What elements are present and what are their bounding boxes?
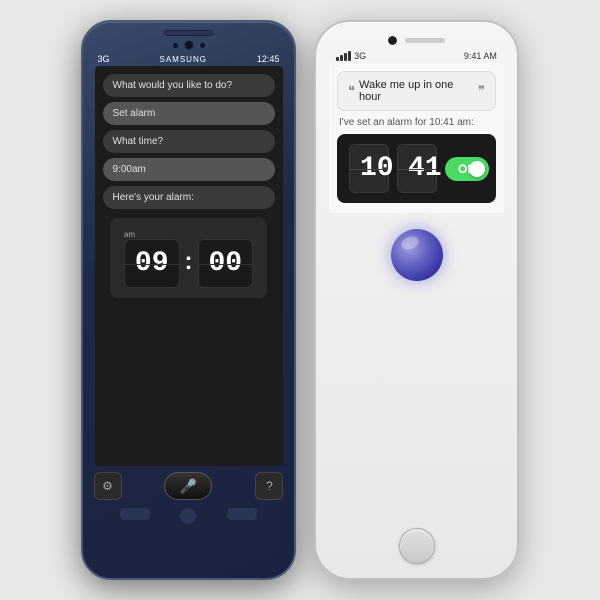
iphone-bottom [316, 528, 517, 578]
open-quote-icon: ❝ [348, 83, 355, 99]
signal-bar-2 [340, 55, 343, 61]
siri-query-text: Wake me up in one hour [359, 79, 474, 103]
iphone-signal-bars [336, 51, 351, 61]
siri-orb-area [391, 213, 443, 289]
samsung-signal: 3G [98, 54, 110, 64]
samsung-sensor-left [173, 43, 178, 48]
iphone-network: 3G [354, 51, 366, 61]
samsung-settings-button[interactable]: ⚙ [94, 472, 122, 500]
iphone-alarm-display: 10 41 ON [337, 134, 496, 203]
iphone-speaker [405, 38, 445, 43]
siri-response-text: I've set an alarm for 10:41 am: [337, 117, 496, 128]
close-quote-icon: ❞ [478, 83, 485, 99]
samsung-screen: What would you like to do? Set alarm Wha… [95, 66, 283, 466]
iphone-top: 3G 9:41 AM [316, 22, 517, 63]
samsung-camera [184, 40, 194, 50]
iphone-alarm-hour: 10 [349, 144, 389, 193]
signal-bar-3 [344, 53, 347, 61]
samsung-bubble-5: Here's your alarm: [103, 186, 275, 209]
iphone-alarm-toggle[interactable]: ON [445, 157, 489, 181]
samsung-colon: : [185, 248, 193, 280]
samsung-status-bar: 3G SAMSUNG 12:45 [94, 52, 284, 66]
samsung-sensor-right [200, 43, 205, 48]
iphone: 3G 9:41 AM ❝ Wake me up in one hour ❞ I'… [314, 20, 519, 580]
samsung-bubble-3: What time? [103, 130, 275, 153]
iphone-status-bar: 3G 9:41 AM [334, 49, 499, 63]
samsung-bubble-1: What would you like to do? [103, 74, 275, 97]
samsung-nav-bar [104, 508, 273, 524]
iphone-camera [388, 36, 397, 45]
samsung-alarm-hour: 09 [124, 239, 180, 288]
samsung-bottom-controls: ⚙ 🎤 ? [94, 472, 284, 500]
siri-quote-bubble: ❝ Wake me up in one hour ❞ [337, 71, 496, 111]
samsung-menu-button[interactable] [227, 508, 257, 520]
iphone-screen: ❝ Wake me up in one hour ❞ I've set an a… [329, 63, 504, 213]
samsung-speaker [164, 30, 214, 36]
iphone-home-button[interactable] [399, 528, 435, 564]
iphone-alarm-minute: 41 [397, 144, 437, 193]
samsung-brand: SAMSUNG [160, 55, 207, 64]
settings-icon: ⚙ [102, 479, 113, 493]
samsung-camera-row [173, 40, 205, 50]
samsung-bubble-2: Set alarm [103, 102, 275, 125]
samsung-phone: 3G SAMSUNG 12:45 What would you like to … [81, 20, 296, 580]
iphone-camera-row [388, 36, 445, 45]
mic-icon: 🎤 [180, 478, 197, 495]
help-icon: ? [266, 479, 273, 493]
samsung-alarm-display: am 09 : 00 [110, 218, 267, 298]
samsung-am-label: am [124, 230, 135, 239]
siri-orb [391, 229, 443, 281]
iphone-time: 9:41 AM [464, 51, 497, 61]
samsung-alarm-minute: 00 [198, 239, 254, 288]
samsung-bubble-4: 9:00am [103, 158, 275, 181]
samsung-home-button[interactable] [180, 508, 196, 524]
signal-bar-4 [348, 51, 351, 61]
samsung-time: 12:45 [257, 54, 280, 64]
samsung-back-button[interactable] [120, 508, 150, 520]
signal-bar-1 [336, 57, 339, 61]
samsung-mic-button[interactable]: 🎤 [164, 472, 212, 500]
samsung-help-button[interactable]: ? [255, 472, 283, 500]
samsung-top-bar: 3G SAMSUNG 12:45 [83, 22, 294, 66]
